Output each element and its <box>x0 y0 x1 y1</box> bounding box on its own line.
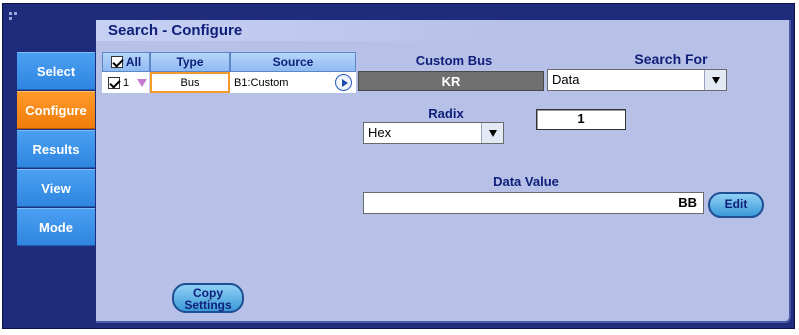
table-row[interactable]: 1 Bus B1:Custom <box>102 72 356 93</box>
search-for-value: Data <box>552 72 580 87</box>
row-marker-icon <box>137 78 148 87</box>
data-value-field[interactable]: BB <box>363 192 704 214</box>
search-for-label: Search For <box>634 51 708 67</box>
tab-results[interactable]: Results <box>17 130 95 168</box>
type-column-header: Type <box>150 52 230 72</box>
tab-select[interactable]: Select <box>17 52 95 90</box>
panel-title: Search - Configure <box>96 20 789 41</box>
configure-panel: Search - Configure All Type Source 1 Bus <box>96 20 791 323</box>
custom-bus-label: Custom Bus <box>415 53 493 68</box>
chevron-down-icon[interactable] <box>481 123 503 143</box>
source-value: B1:Custom <box>234 76 289 89</box>
play-arrow-icon[interactable] <box>335 74 352 91</box>
copy-settings-button[interactable]: Copy Settings <box>172 283 244 313</box>
all-label: All <box>125 55 142 69</box>
row-select-cell[interactable]: 1 <box>102 72 150 93</box>
row-checkbox[interactable] <box>108 76 120 89</box>
search-for-select[interactable]: Data <box>547 69 727 91</box>
type-cell[interactable]: Bus <box>150 72 230 93</box>
data-value-label: Data Value <box>493 174 559 189</box>
radix-select[interactable]: Hex <box>363 122 504 144</box>
custom-bus-value: KR <box>358 71 544 91</box>
radix-label: Radix <box>428 106 464 121</box>
tab-view[interactable]: View <box>17 169 95 207</box>
chevron-down-icon[interactable] <box>704 70 726 90</box>
settings-label: Settings <box>184 298 232 312</box>
source-cell[interactable]: B1:Custom <box>230 72 356 93</box>
window: Select Configure Results View Mode Searc… <box>0 0 799 335</box>
table-header: All Type Source <box>102 52 356 72</box>
count-field[interactable]: 1 <box>536 109 626 130</box>
radix-value: Hex <box>368 125 392 140</box>
tab-configure[interactable]: Configure <box>17 91 95 129</box>
row-index: 1 <box>123 76 130 89</box>
source-column-header: Source <box>230 52 356 72</box>
all-checkbox[interactable] <box>110 56 123 68</box>
drag-grip-icon[interactable] <box>9 12 19 22</box>
tab-mode[interactable]: Mode <box>17 208 95 246</box>
side-tabs: Select Configure Results View Mode <box>17 52 95 247</box>
all-column-header[interactable]: All <box>102 52 150 72</box>
edit-button[interactable]: Edit <box>708 192 764 218</box>
search-table: All Type Source 1 Bus B1:Custom <box>102 52 356 93</box>
